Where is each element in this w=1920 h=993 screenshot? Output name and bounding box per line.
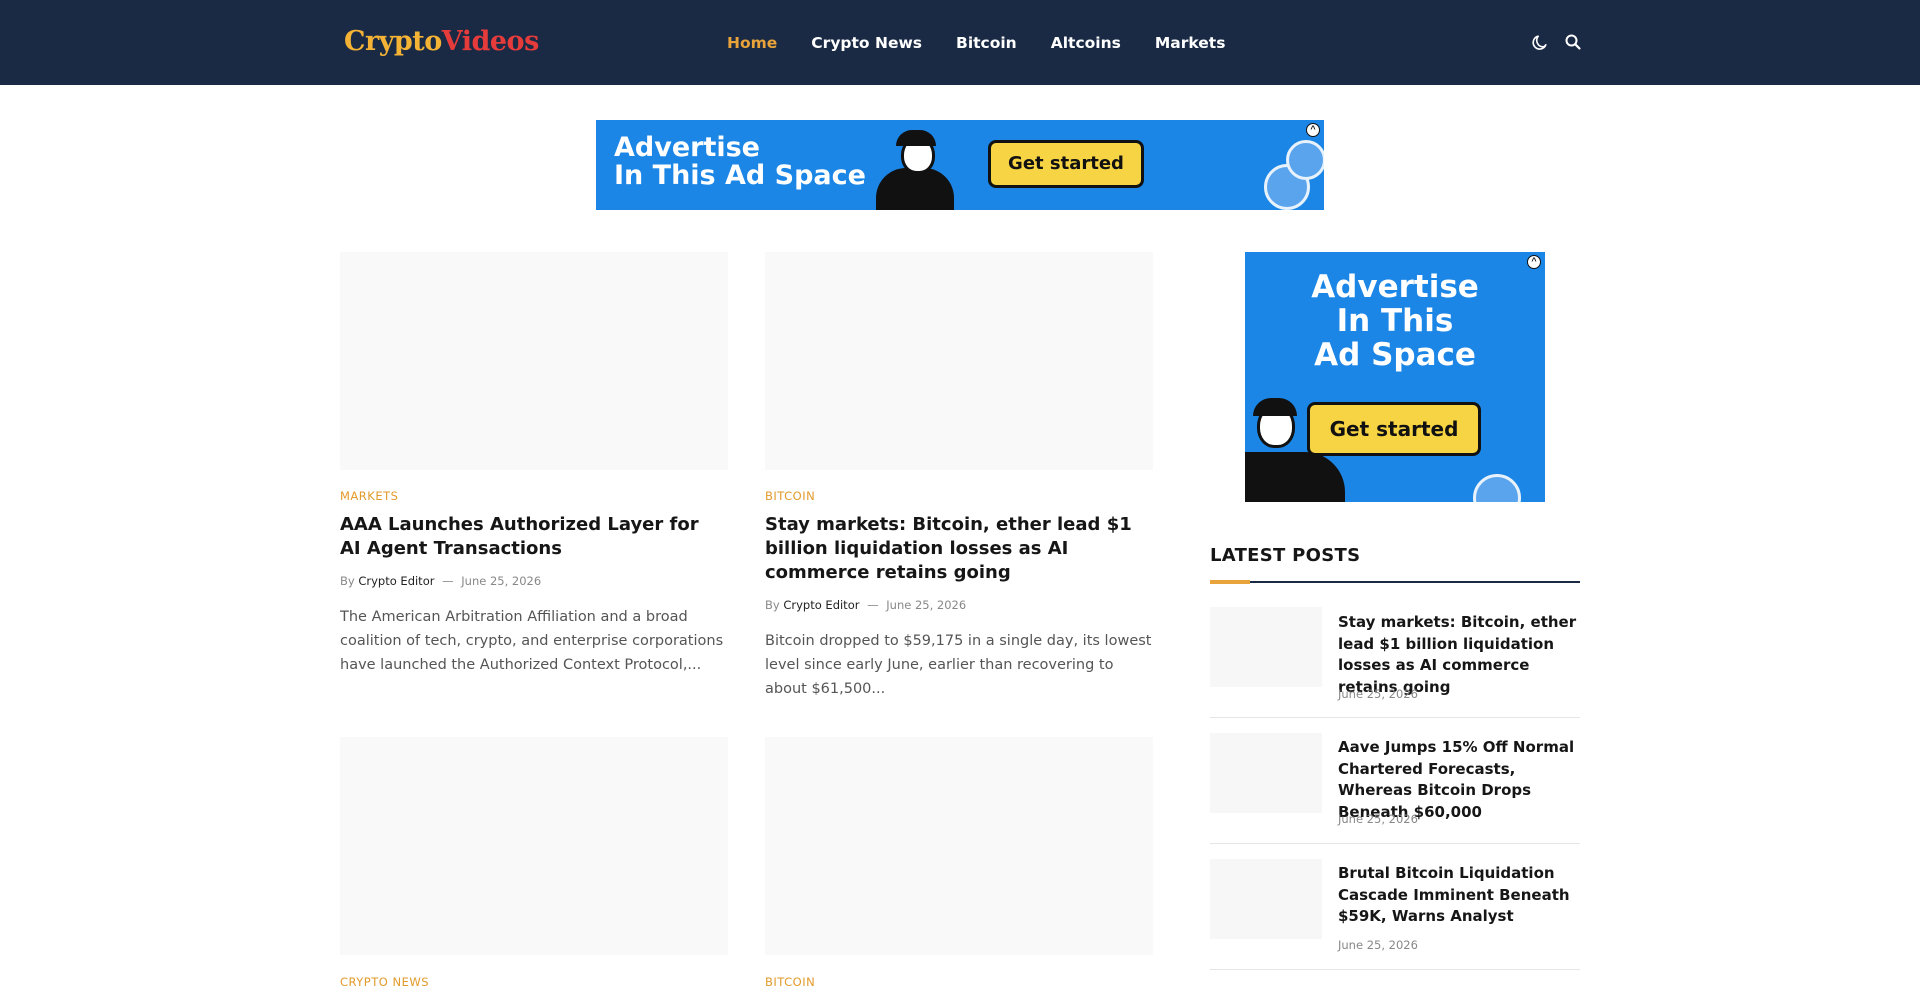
latest-post-divider <box>1210 717 1580 718</box>
nav-item-altcoins[interactable]: Altcoins <box>1051 34 1121 52</box>
widget-title-underline <box>1210 581 1580 583</box>
logo-part-videos: Videos <box>441 26 540 57</box>
latest-post-thumbnail[interactable] <box>1210 607 1322 687</box>
meta-by: By <box>765 598 780 612</box>
ad-line-1: Advertise <box>614 132 760 163</box>
ad-figure-hair <box>896 130 936 146</box>
article-date: June 25, 2026 <box>886 598 967 612</box>
ad-line-2: In This <box>1336 303 1454 339</box>
article-category[interactable]: BITCOIN <box>765 975 815 989</box>
main-nav: Home Crypto News Bitcoin Altcoins Market… <box>727 0 1259 85</box>
ad-get-started-button[interactable]: Get started <box>1307 402 1481 456</box>
widget-title-accent <box>1210 580 1250 584</box>
latest-post-date: June 25, 2026 <box>1338 687 1418 701</box>
article-category[interactable]: MARKETS <box>340 489 398 503</box>
nav-item-bitcoin[interactable]: Bitcoin <box>956 34 1017 52</box>
ad-line-1: Advertise <box>1311 269 1479 305</box>
nav-item-home[interactable]: Home <box>727 34 777 52</box>
sidebar-ad-banner[interactable]: Advertise In This Ad Space Get started ^ <box>1245 252 1545 502</box>
article-category[interactable]: BITCOIN <box>765 489 815 503</box>
ad-choices-icon[interactable]: ^ <box>1306 123 1320 137</box>
ad-figure-hair <box>1253 398 1297 416</box>
ad-get-started-button[interactable]: Get started <box>988 140 1144 188</box>
latest-post-date: June 25, 2026 <box>1338 812 1418 826</box>
meta-by: By <box>340 574 355 588</box>
article-excerpt: The American Arbitration Affiliation and… <box>340 609 724 673</box>
latest-post-thumbnail[interactable] <box>1210 733 1322 813</box>
article-title[interactable]: Stay markets: Bitcoin, ether lead $1 bil… <box>765 513 1150 585</box>
article-excerpt: Bitcoin dropped to $59,175 in a single d… <box>765 633 1152 697</box>
article-thumbnail[interactable] <box>340 252 728 470</box>
article-meta: By Crypto Editor — June 25, 2026 <box>765 598 966 612</box>
logo-part-crypto: Crypto <box>344 26 442 57</box>
article-author[interactable]: Crypto Editor <box>783 598 859 612</box>
top-ad-banner[interactable]: Advertise In This Ad Space Get started ^ <box>596 120 1324 210</box>
ad-line-3: Ad Space <box>1314 337 1476 373</box>
latest-post-divider <box>1210 843 1580 844</box>
ad-line-2: In This Ad Space <box>614 160 866 192</box>
article-title[interactable]: AAA Launches Authorized Layer for AI Age… <box>340 513 720 561</box>
latest-post-thumbnail[interactable] <box>1210 859 1322 939</box>
latest-post-date: June 25, 2026 <box>1338 938 1418 952</box>
latest-post-title[interactable]: Stay markets: Bitcoin, ether lead $1 bil… <box>1338 612 1583 698</box>
meta-separator: — <box>442 574 454 588</box>
ad-choices-icon[interactable]: ^ <box>1527 255 1541 269</box>
search-icon[interactable] <box>1564 33 1582 51</box>
article-meta: By Crypto Editor — June 25, 2026 <box>340 574 541 588</box>
site-header: CryptoVideos Home Crypto News Bitcoin Al… <box>0 0 1920 85</box>
moon-icon[interactable] <box>1531 33 1549 51</box>
site-logo[interactable]: CryptoVideos <box>344 26 539 57</box>
nav-item-markets[interactable]: Markets <box>1155 34 1226 52</box>
article-thumbnail[interactable] <box>765 737 1153 955</box>
article-date: June 25, 2026 <box>461 574 542 588</box>
latest-post-title[interactable]: Aave Jumps 15% Off Normal Chartered Fore… <box>1338 737 1583 823</box>
article-thumbnail[interactable] <box>765 252 1153 470</box>
article-author[interactable]: Crypto Editor <box>358 574 434 588</box>
latest-post-title[interactable]: Brutal Bitcoin Liquidation Cascade Immin… <box>1338 863 1583 928</box>
meta-separator: — <box>867 598 879 612</box>
ad-coin-decoration <box>1286 140 1324 180</box>
article-category[interactable]: CRYPTO NEWS <box>340 975 429 989</box>
ad-coin-decoration <box>1473 474 1521 502</box>
latest-post-divider <box>1210 969 1580 970</box>
nav-item-crypto-news[interactable]: Crypto News <box>811 34 922 52</box>
article-thumbnail[interactable] <box>340 737 728 955</box>
ad-figure-body <box>876 168 954 210</box>
widget-title-latest-posts: LATEST POSTS <box>1210 545 1361 566</box>
ad-figure-body <box>1245 452 1345 502</box>
